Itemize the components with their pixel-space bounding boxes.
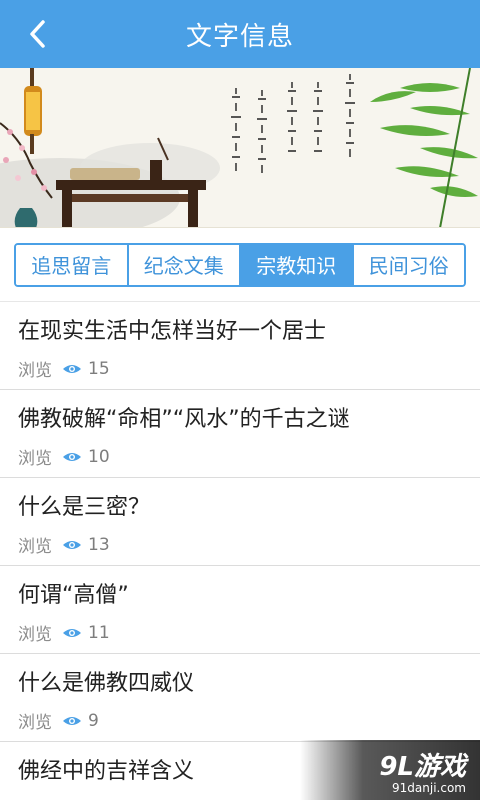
article-meta: 浏览 9 <box>18 708 462 734</box>
tab-folk-customs[interactable]: 民间习俗 <box>353 244 464 285</box>
views-label: 浏览 <box>18 361 52 381</box>
views-label: 浏览 <box>18 449 52 469</box>
views-count: 9 <box>88 710 99 731</box>
views-label: 浏览 <box>18 713 52 733</box>
article-title: 在现实生活中怎样当好一个居士 <box>18 319 327 344</box>
eye-icon <box>62 715 82 727</box>
list-item[interactable]: 什么是佛教四威仪 浏览 9 <box>0 654 480 742</box>
views-count: 10 <box>88 446 110 467</box>
back-button[interactable] <box>18 14 58 54</box>
category-tabs: 追思留言 纪念文集 宗教知识 民间习俗 <box>0 228 480 302</box>
views-label: 浏览 <box>18 537 52 557</box>
article-title: 何谓“高僧” <box>18 583 129 608</box>
article-title: 什么是三密？ <box>18 495 151 520</box>
eye-icon <box>62 451 82 463</box>
tab-religious-knowledge[interactable]: 宗教知识 <box>241 244 354 285</box>
banner-image <box>0 68 480 228</box>
article-title: 佛教破解“命相”“风水”的千古之谜 <box>18 407 350 432</box>
list-item[interactable]: 何谓“高僧” 浏览 11 <box>0 566 480 654</box>
article-list: 在现实生活中怎样当好一个居士 浏览 15 佛教破解“命相”“风水”的千古之谜 浏… <box>0 302 480 800</box>
tab-memorial-messages[interactable]: 追思留言 <box>16 244 129 285</box>
article-meta: 浏览 13 <box>18 532 462 558</box>
eye-icon <box>62 539 82 551</box>
article-meta: 浏览 11 <box>18 620 462 646</box>
list-item[interactable]: 什么是三密？ 浏览 13 <box>0 478 480 566</box>
views-count: 11 <box>88 622 110 643</box>
watermark-logo-text: 9L游戏 <box>379 751 466 782</box>
list-item[interactable]: 在现实生活中怎样当好一个居士 浏览 15 <box>0 302 480 390</box>
list-item[interactable]: 佛教破解“命相”“风水”的千古之谜 浏览 10 <box>0 390 480 478</box>
eye-icon <box>62 627 82 639</box>
page-title: 文字信息 <box>185 21 294 52</box>
top-bar: 文字信息 <box>0 0 480 68</box>
views-label: 浏览 <box>18 796 52 800</box>
article-meta: 浏览 15 <box>18 356 462 382</box>
views-count: 15 <box>88 358 110 379</box>
article-title: 什么是佛教四威仪 <box>18 671 195 696</box>
views-label: 浏览 <box>18 625 52 645</box>
tab-memorial-essays[interactable]: 纪念文集 <box>128 244 241 285</box>
chevron-left-icon <box>30 20 45 48</box>
watermark-url: 91danji.com <box>392 780 466 795</box>
views-count: 13 <box>88 534 110 555</box>
eye-icon <box>62 363 82 375</box>
site-watermark: 9L游戏 91danji.com <box>300 740 480 800</box>
article-meta: 浏览 10 <box>18 444 462 470</box>
